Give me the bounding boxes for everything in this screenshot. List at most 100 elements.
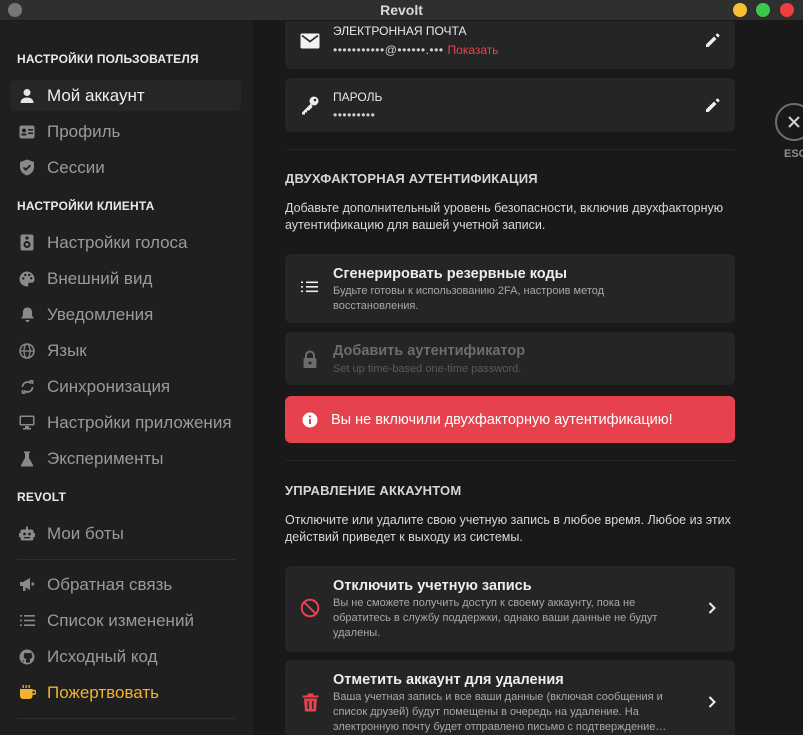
- sidebar-item-label: Исходный код: [47, 646, 158, 666]
- coffee-icon: [17, 683, 37, 703]
- sidebar-divider: [17, 559, 236, 560]
- two-factor-warning-text: Вы не включили двухфакторную аутентифика…: [331, 411, 673, 428]
- sidebar-item-source-code[interactable]: Исходный код: [10, 641, 241, 672]
- palette-icon: [17, 269, 37, 289]
- email-label: ЭЛЕКТРОННАЯ ПОЧТА: [333, 24, 467, 38]
- sidebar-item-label: Профиль: [47, 121, 121, 141]
- sidebar-item-feedback[interactable]: Обратная связь: [10, 569, 241, 600]
- two-factor-description: Добавьте дополнительный уровень безопасн…: [285, 201, 724, 232]
- monitor-icon: [17, 413, 37, 433]
- sidebar-item-experiments[interactable]: Эксперименты: [10, 443, 241, 474]
- password-card: ПАРОЛЬ •••••••••: [285, 78, 735, 132]
- window-titlebar: Revolt: [0, 0, 803, 21]
- section-title-client-settings: НАСТРОЙКИ КЛИЕНТА: [17, 199, 155, 213]
- add-authenticator-card[interactable]: Добавить аутентификатор Set up time-base…: [285, 332, 735, 385]
- password-value: •••••••••: [333, 108, 376, 122]
- speaker-icon: [17, 233, 37, 253]
- sidebar-item-label: Мой аккаунт: [47, 85, 145, 105]
- sidebar-item-my-bots[interactable]: Мои боты: [10, 518, 241, 549]
- person-icon: [17, 86, 37, 106]
- shield-check-icon: [17, 158, 37, 178]
- add-authenticator-subtitle: Set up time-based one-time password.: [333, 363, 522, 375]
- sidebar-item-label: Пожертвовать: [47, 682, 160, 702]
- account-management-heading: УПРАВЛЕНИЕ АККАУНТОМ: [285, 483, 462, 498]
- account-management-description: Отключите или удалите свою учетную запис…: [285, 513, 731, 544]
- sidebar-item-label: Настройки голоса: [47, 232, 188, 252]
- sidebar-item-language[interactable]: Язык: [10, 335, 241, 366]
- generate-backup-codes-card[interactable]: Сгенерировать резервные коды Будьте гото…: [285, 254, 735, 323]
- sidebar-item-changelog[interactable]: Список изменений: [10, 605, 241, 636]
- edit-password-button[interactable]: [701, 94, 723, 116]
- pencil-icon: [705, 97, 720, 112]
- sidebar-item-label: Настройки приложения: [47, 412, 232, 432]
- delete-account-title: Отметить аккаунт для удаления: [333, 672, 564, 688]
- close-window-button[interactable]: [780, 3, 794, 17]
- email-value: •••••••••••@••••••.••• Показать: [333, 43, 499, 57]
- lock-icon: [299, 348, 321, 370]
- chevron-right-icon: [705, 601, 719, 615]
- pencil-icon: [705, 32, 720, 47]
- esc-label: ESC: [784, 148, 803, 160]
- edit-email-button[interactable]: [701, 29, 723, 51]
- list-icon: [17, 611, 37, 631]
- sidebar-item-label: Мои боты: [47, 523, 124, 543]
- robot-icon: [17, 524, 37, 544]
- sidebar-item-label: Уведомления: [47, 304, 154, 324]
- sidebar-item-voice[interactable]: Настройки голоса: [10, 227, 241, 258]
- flask-icon: [17, 449, 37, 469]
- disable-account-card[interactable]: Отключить учетную запись Вы не сможете п…: [285, 566, 735, 652]
- add-authenticator-title: Добавить аутентификатор: [333, 343, 526, 359]
- sidebar-item-my-account[interactable]: Мой аккаунт: [10, 80, 241, 111]
- globe-icon: [17, 341, 37, 361]
- id-card-icon: [17, 122, 37, 142]
- sidebar-item-app-settings[interactable]: Настройки приложения: [10, 407, 241, 438]
- two-factor-heading: ДВУХФАКТОРНАЯ АУТЕНТИФИКАЦИЯ: [285, 171, 538, 186]
- disable-account-subtitle: Вы не сможете получить доступ к своему а…: [333, 597, 658, 639]
- delete-account-card[interactable]: Отметить аккаунт для удаления Ваша учетн…: [285, 660, 735, 735]
- section-divider: [285, 460, 735, 461]
- close-settings: ESC: [775, 103, 803, 163]
- sidebar-item-label: Язык: [47, 340, 87, 360]
- minimize-button[interactable]: [733, 3, 747, 17]
- sidebar-item-label: Обратная связь: [47, 574, 173, 594]
- backup-codes-title: Сгенерировать резервные коды: [333, 266, 568, 282]
- backup-codes-subtitle: Будьте готовы к использованию 2FA, настр…: [333, 285, 605, 312]
- trash-icon: [299, 691, 321, 713]
- close-icon: [788, 116, 800, 128]
- sidebar-item-sessions[interactable]: Сессии: [10, 152, 241, 183]
- sidebar-item-label: Список изменений: [47, 610, 194, 630]
- settings-sidebar: НАСТРОЙКИ ПОЛЬЗОВАТЕЛЯ Мой аккаунт Профи…: [0, 21, 253, 735]
- maximize-button[interactable]: [756, 3, 770, 17]
- sidebar-item-sync[interactable]: Синхронизация: [10, 371, 241, 402]
- two-factor-warning: Вы не включили двухфакторную аутентифика…: [285, 396, 735, 443]
- block-icon: [299, 597, 321, 619]
- sidebar-item-label: Синхронизация: [47, 376, 171, 396]
- github-icon: [17, 647, 37, 667]
- section-title-revolt: REVOLT: [17, 490, 66, 504]
- sidebar-item-profile[interactable]: Профиль: [10, 116, 241, 147]
- section-title-user-settings: НАСТРОЙКИ ПОЛЬЗОВАТЕЛЯ: [17, 52, 199, 66]
- key-icon: [299, 94, 321, 116]
- sidebar-item-label: Эксперименты: [47, 448, 164, 468]
- password-label: ПАРОЛЬ: [333, 90, 383, 104]
- close-settings-button[interactable]: [775, 103, 803, 141]
- show-email-link[interactable]: Показать: [448, 43, 499, 57]
- sidebar-item-label: Внешний вид: [47, 268, 153, 288]
- sidebar-item-notifications[interactable]: Уведомления: [10, 299, 241, 330]
- list-numbered-icon: [299, 277, 321, 299]
- section-divider: [285, 149, 735, 150]
- info-icon: [302, 412, 318, 427]
- window-title: Revolt: [380, 2, 423, 18]
- disable-account-title: Отключить учетную запись: [333, 578, 532, 594]
- delete-account-subtitle: Ваша учетная запись и все ваши данные (в…: [333, 691, 667, 733]
- mail-icon: [299, 30, 321, 52]
- email-card: ЭЛЕКТРОННАЯ ПОЧТА •••••••••••@••••••.•••…: [285, 21, 735, 69]
- masked-email: •••••••••••@••••••.•••: [333, 43, 444, 57]
- sidebar-item-label: Сессии: [47, 157, 105, 177]
- chevron-right-icon: [705, 695, 719, 709]
- sync-icon: [17, 377, 37, 397]
- megaphone-icon: [17, 575, 37, 595]
- sidebar-item-appearance[interactable]: Внешний вид: [10, 263, 241, 294]
- sidebar-item-donate[interactable]: Пожертвовать: [10, 677, 241, 708]
- bell-icon: [17, 305, 37, 325]
